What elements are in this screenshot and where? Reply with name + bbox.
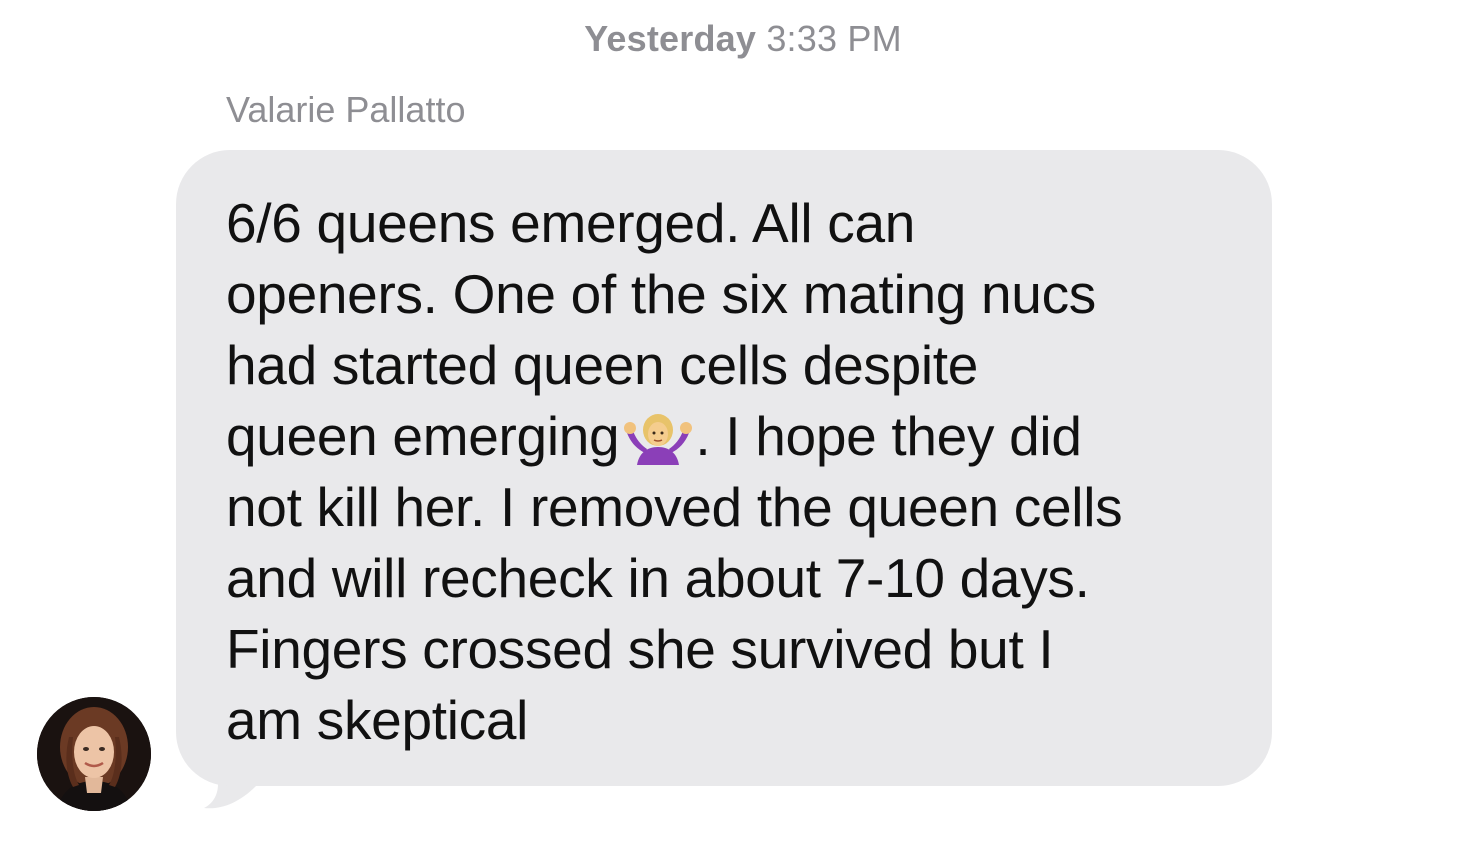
- message-thread: Yesterday 3:33 PM Valarie Pallatto 6/6 q…: [0, 0, 1478, 860]
- message-line: 6/6 queens emerged. All can: [226, 192, 916, 254]
- person-shrugging-emoji-icon: [624, 414, 693, 465]
- contact-avatar[interactable]: [37, 697, 151, 811]
- timestamp-day: Yesterday: [584, 18, 757, 59]
- message-line: am skeptical: [226, 689, 529, 751]
- message-line: openers. One of the six mating nucs: [226, 263, 1096, 325]
- message-line: and will recheck in about 7-10 days.: [226, 547, 1090, 609]
- message-line: not kill her. I removed the queen cells: [226, 476, 1123, 538]
- message-line-with-emoji: queen emerging . I hope they did: [226, 401, 1266, 472]
- message-line: had started queen cells despite: [226, 334, 979, 396]
- timestamp-time: 3:33 PM: [766, 18, 902, 59]
- message-line-part: queen emerging: [226, 405, 620, 467]
- message-line: Fingers crossed she survived but I: [226, 618, 1054, 680]
- avatar-photo-icon: [37, 697, 151, 811]
- sender-name: Valarie Pallatto: [226, 89, 466, 130]
- message-text[interactable]: 6/6 queens emerged. All can openers. One…: [226, 188, 1266, 756]
- message-line-part: . I hope they did: [695, 405, 1082, 467]
- message-timestamp: Yesterday 3:33 PM: [0, 18, 1478, 60]
